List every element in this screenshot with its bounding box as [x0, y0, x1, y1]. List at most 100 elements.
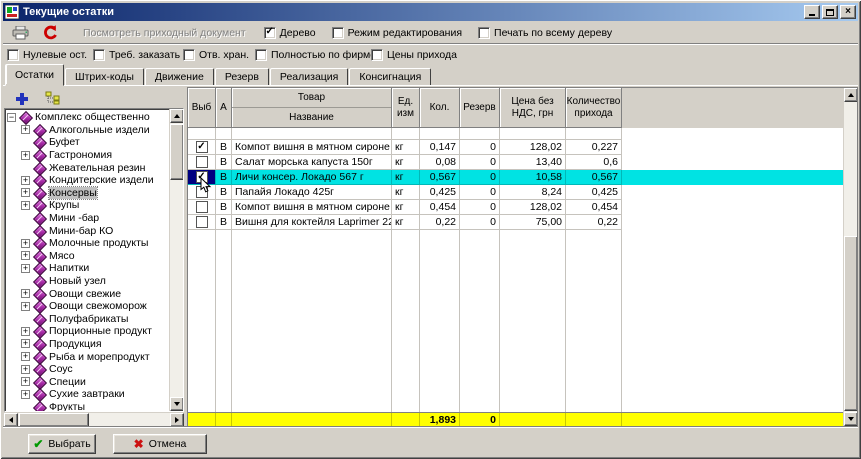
expand-icon[interactable]: +: [21, 339, 30, 348]
header-price[interactable]: Цена без НДС, грн: [500, 88, 566, 128]
scroll-left-button[interactable]: [4, 413, 18, 427]
expand-icon[interactable]: +: [21, 352, 30, 361]
tree-item[interactable]: +Продукция: [7, 338, 167, 351]
maximize-button[interactable]: [822, 5, 838, 19]
row-select-cell[interactable]: [188, 140, 216, 155]
expand-icon[interactable]: +: [21, 151, 30, 160]
tree-item[interactable]: +Рыба и морепродукт: [7, 350, 167, 363]
checkbox-r2-1[interactable]: Нулевые ост.: [7, 49, 93, 61]
table-row[interactable]: ВЛичи консер. Локадо 567 гкг0,567010,580…: [188, 170, 843, 185]
scroll-right-button[interactable]: [170, 413, 184, 427]
print-button[interactable]: [9, 24, 31, 42]
cancel-button[interactable]: ✖ Отмена: [113, 434, 207, 454]
header-unit[interactable]: Ед. изм: [392, 88, 420, 128]
checkbox-box[interactable]: [478, 27, 490, 39]
expand-icon[interactable]: +: [21, 302, 30, 311]
tree-item[interactable]: Полуфабрикаты: [7, 313, 167, 326]
tree-vertical-scrollbar[interactable]: [169, 109, 183, 411]
checkbox-box[interactable]: [255, 49, 267, 61]
header-income-qty[interactable]: Количество прихода: [566, 88, 622, 128]
tree-item[interactable]: +Сухие завтраки: [7, 388, 167, 401]
checkbox-r1-3[interactable]: Печать по всему дереву: [478, 27, 612, 39]
tab-1[interactable]: Остатки: [5, 64, 64, 86]
tree-view-button[interactable]: [42, 89, 64, 107]
expand-icon[interactable]: +: [21, 365, 30, 374]
expand-icon[interactable]: +: [21, 125, 30, 134]
checkbox-r2-2[interactable]: Треб. заказать: [93, 49, 183, 61]
scroll-down-button[interactable]: [844, 412, 858, 426]
header-reserve[interactable]: Резерв: [460, 88, 500, 128]
scroll-thumb[interactable]: [19, 413, 89, 427]
tree-item[interactable]: +Порционные продукт: [7, 325, 167, 338]
header-qty[interactable]: Кол.: [420, 88, 460, 128]
row-select-cell[interactable]: [188, 200, 216, 215]
tree-item[interactable]: Буфет: [7, 136, 167, 149]
tree-item[interactable]: +Овощи свежоморож: [7, 300, 167, 313]
row-checkbox[interactable]: [196, 156, 208, 168]
tree-item[interactable]: +Крупы: [7, 199, 167, 212]
expand-icon[interactable]: +: [21, 201, 30, 210]
row-checkbox[interactable]: [196, 201, 208, 213]
checkbox-box[interactable]: [332, 27, 344, 39]
row-select-cell[interactable]: [188, 170, 216, 185]
tree-item[interactable]: Новый узел: [7, 275, 167, 288]
tree-item[interactable]: −Комплекс общественно: [7, 111, 167, 124]
scroll-up-button[interactable]: [170, 109, 184, 123]
tab-4[interactable]: Резерв: [215, 68, 269, 86]
checkbox-box[interactable]: [371, 49, 383, 61]
tree-item[interactable]: +Молочные продукты: [7, 237, 167, 250]
table-row[interactable]: ВВишня для коктейля Laprimer 220гкг0,220…: [188, 215, 843, 230]
checkbox-r2-4[interactable]: Полностью по фирме: [255, 49, 371, 61]
expand-icon[interactable]: +: [21, 327, 30, 336]
collapse-icon[interactable]: −: [7, 113, 16, 122]
close-button[interactable]: ×: [840, 5, 856, 19]
scroll-down-button[interactable]: [170, 397, 184, 411]
checkbox-box[interactable]: [183, 49, 195, 61]
row-select-cell[interactable]: [188, 215, 216, 230]
tree-item[interactable]: +Напитки: [7, 262, 167, 275]
tree-item[interactable]: Мини-бар КО: [7, 224, 167, 237]
tree-item[interactable]: +Гастрономия: [7, 149, 167, 162]
tree-item[interactable]: Мини -бар: [7, 212, 167, 225]
header-name[interactable]: Название: [232, 108, 391, 128]
expand-icon[interactable]: +: [21, 251, 30, 260]
tab-6[interactable]: Консигнация: [349, 68, 431, 86]
tab-5[interactable]: Реализация: [270, 68, 348, 86]
checkbox-box[interactable]: [93, 49, 105, 61]
tree-item[interactable]: +Соус: [7, 363, 167, 376]
row-checkbox[interactable]: [196, 141, 208, 153]
tab-2[interactable]: Штрих-коды: [65, 68, 144, 86]
header-product-name[interactable]: Товар Название: [232, 88, 392, 128]
tab-3[interactable]: Движение: [145, 68, 214, 86]
table-row[interactable]: ВСалат морська капуста 150гкг0,08013,400…: [188, 155, 843, 170]
row-checkbox[interactable]: [196, 216, 208, 228]
expand-icon[interactable]: +: [21, 377, 30, 386]
expand-icon[interactable]: +: [21, 239, 30, 248]
expand-icon[interactable]: +: [21, 264, 30, 273]
refresh-button[interactable]: [39, 24, 61, 42]
tree-item[interactable]: +Овощи свежие: [7, 287, 167, 300]
tree-item[interactable]: +Мясо: [7, 250, 167, 263]
tree-item[interactable]: +Кондитерские издели: [7, 174, 167, 187]
grid-vertical-scrollbar[interactable]: [843, 88, 857, 426]
tree-item[interactable]: +Консервы: [7, 187, 167, 200]
checkbox-r2-3[interactable]: Отв. хран.: [183, 49, 255, 61]
header-a[interactable]: А: [216, 88, 232, 128]
checkbox-box[interactable]: [7, 49, 19, 61]
checkbox-box[interactable]: [264, 27, 276, 39]
checkbox-r1-2[interactable]: Режим редактирования: [332, 27, 462, 39]
header-select[interactable]: Выб: [188, 88, 216, 128]
expand-icon[interactable]: +: [21, 176, 30, 185]
header-product[interactable]: Товар: [232, 88, 391, 108]
tree-horizontal-scrollbar[interactable]: [4, 413, 184, 427]
tree-item[interactable]: +Специи: [7, 375, 167, 388]
scroll-up-button[interactable]: [844, 88, 858, 102]
expand-icon[interactable]: +: [21, 188, 30, 197]
minimize-button[interactable]: [804, 5, 820, 19]
tree-item[interactable]: Жевательная резин: [7, 161, 167, 174]
row-select-cell[interactable]: [188, 155, 216, 170]
checkbox-r2-5[interactable]: Цены прихода: [371, 49, 457, 61]
expand-icon[interactable]: +: [21, 390, 30, 399]
expand-icon[interactable]: +: [21, 289, 30, 298]
table-row[interactable]: ВПапайя Локадо 425гкг0,42508,240,425: [188, 185, 843, 200]
